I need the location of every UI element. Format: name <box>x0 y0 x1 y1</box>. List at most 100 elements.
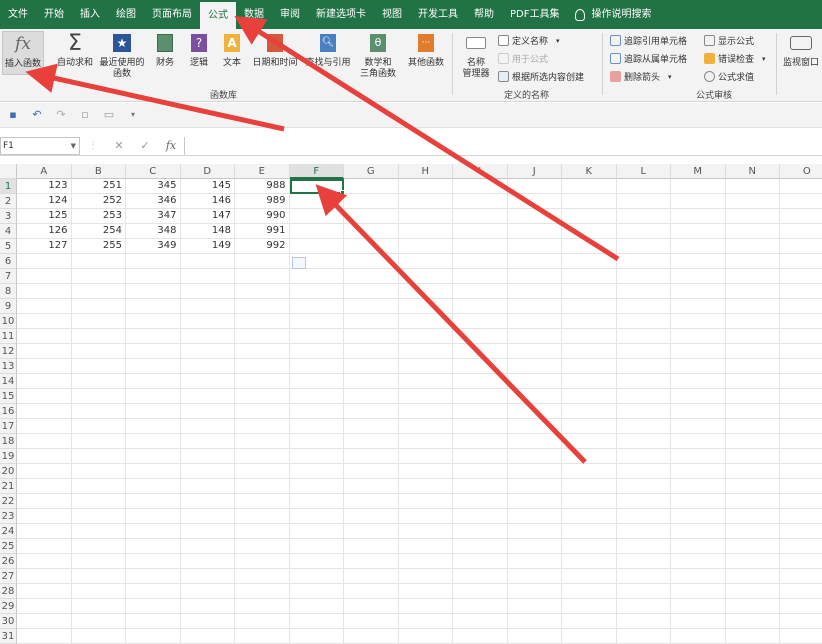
column-header-o[interactable]: O <box>780 164 822 179</box>
cell-a21[interactable] <box>17 479 72 494</box>
cell-j8[interactable] <box>507 284 562 299</box>
cell-m5[interactable] <box>671 239 726 254</box>
cell-m30[interactable] <box>671 614 726 629</box>
cell-d31[interactable] <box>180 629 235 644</box>
cell-f7[interactable] <box>289 269 344 284</box>
undo-icon[interactable]: ↶ <box>28 108 46 122</box>
cell-f19[interactable] <box>289 449 344 464</box>
tab-8[interactable]: 新建选项卡 <box>308 0 374 29</box>
cell-n23[interactable] <box>725 509 780 524</box>
row-header-2[interactable]: 2 <box>0 194 17 209</box>
cell-m9[interactable] <box>671 299 726 314</box>
row-header-19[interactable]: 19 <box>0 449 17 464</box>
cell-n13[interactable] <box>725 359 780 374</box>
row-header-11[interactable]: 11 <box>0 329 17 344</box>
cell-f2[interactable] <box>289 194 344 209</box>
tab-9[interactable]: 视图 <box>374 0 410 29</box>
cell-m1[interactable] <box>671 179 726 194</box>
cell-g15[interactable] <box>344 389 399 404</box>
cell-h18[interactable] <box>398 434 453 449</box>
cell-i14[interactable] <box>453 374 508 389</box>
tab-12[interactable]: PDF工具集 <box>502 0 567 29</box>
cell-b13[interactable] <box>71 359 126 374</box>
cell-m7[interactable] <box>671 269 726 284</box>
cell-b20[interactable] <box>71 464 126 479</box>
cell-m29[interactable] <box>671 599 726 614</box>
cell-b21[interactable] <box>71 479 126 494</box>
cell-e15[interactable] <box>235 389 290 404</box>
cell-f27[interactable] <box>289 569 344 584</box>
cell-f11[interactable] <box>289 329 344 344</box>
cell-n22[interactable] <box>725 494 780 509</box>
cell-i9[interactable] <box>453 299 508 314</box>
cell-b19[interactable] <box>71 449 126 464</box>
cell-m26[interactable] <box>671 554 726 569</box>
cell-c18[interactable] <box>126 434 181 449</box>
cell-o29[interactable] <box>780 599 822 614</box>
cell-e12[interactable] <box>235 344 290 359</box>
cell-f10[interactable] <box>289 314 344 329</box>
cell-n31[interactable] <box>725 629 780 644</box>
cell-j19[interactable] <box>507 449 562 464</box>
cell-c6[interactable] <box>126 254 181 269</box>
cell-g4[interactable] <box>344 224 399 239</box>
cell-m15[interactable] <box>671 389 726 404</box>
cell-e23[interactable] <box>235 509 290 524</box>
cell-h1[interactable] <box>398 179 453 194</box>
cell-f28[interactable] <box>289 584 344 599</box>
cell-j27[interactable] <box>507 569 562 584</box>
cell-l30[interactable] <box>616 614 671 629</box>
cell-c10[interactable] <box>126 314 181 329</box>
cell-d19[interactable] <box>180 449 235 464</box>
cell-f31[interactable] <box>289 629 344 644</box>
cell-m13[interactable] <box>671 359 726 374</box>
financial-button[interactable]: 财务 <box>151 31 179 69</box>
cell-l9[interactable] <box>616 299 671 314</box>
cell-i28[interactable] <box>453 584 508 599</box>
cell-c12[interactable] <box>126 344 181 359</box>
cell-m16[interactable] <box>671 404 726 419</box>
cell-g20[interactable] <box>344 464 399 479</box>
cell-o30[interactable] <box>780 614 822 629</box>
cell-k31[interactable] <box>562 629 617 644</box>
cell-d26[interactable] <box>180 554 235 569</box>
cell-d25[interactable] <box>180 539 235 554</box>
cell-g30[interactable] <box>344 614 399 629</box>
autosum-button[interactable]: Σ 自动求和 <box>55 31 95 69</box>
cell-o4[interactable] <box>780 224 822 239</box>
cell-i18[interactable] <box>453 434 508 449</box>
cell-n19[interactable] <box>725 449 780 464</box>
cell-g24[interactable] <box>344 524 399 539</box>
tab-3[interactable]: 绘图 <box>108 0 144 29</box>
cell-l5[interactable] <box>616 239 671 254</box>
cell-l26[interactable] <box>616 554 671 569</box>
cell-c24[interactable] <box>126 524 181 539</box>
cell-c16[interactable] <box>126 404 181 419</box>
cell-d6[interactable] <box>180 254 235 269</box>
cell-m12[interactable] <box>671 344 726 359</box>
row-header-26[interactable]: 26 <box>0 554 17 569</box>
cell-h19[interactable] <box>398 449 453 464</box>
cell-n1[interactable] <box>725 179 780 194</box>
cell-n12[interactable] <box>725 344 780 359</box>
cell-b31[interactable] <box>71 629 126 644</box>
cell-e5[interactable]: 992 <box>235 239 290 254</box>
insert-function-button[interactable]: fx 插入函数 <box>2 31 44 75</box>
cell-l29[interactable] <box>616 599 671 614</box>
cell-o23[interactable] <box>780 509 822 524</box>
cell-j6[interactable] <box>507 254 562 269</box>
tab-5[interactable]: 公式 <box>200 0 236 29</box>
cell-m25[interactable] <box>671 539 726 554</box>
cell-e14[interactable] <box>235 374 290 389</box>
cell-a8[interactable] <box>17 284 72 299</box>
cell-o7[interactable] <box>780 269 822 284</box>
cell-o12[interactable] <box>780 344 822 359</box>
cell-c28[interactable] <box>126 584 181 599</box>
cell-d18[interactable] <box>180 434 235 449</box>
cell-e2[interactable]: 989 <box>235 194 290 209</box>
cell-h5[interactable] <box>398 239 453 254</box>
cell-j25[interactable] <box>507 539 562 554</box>
cell-m6[interactable] <box>671 254 726 269</box>
lookup-button[interactable]: 🔍︎ 查找与引用 <box>302 31 354 69</box>
cell-l8[interactable] <box>616 284 671 299</box>
